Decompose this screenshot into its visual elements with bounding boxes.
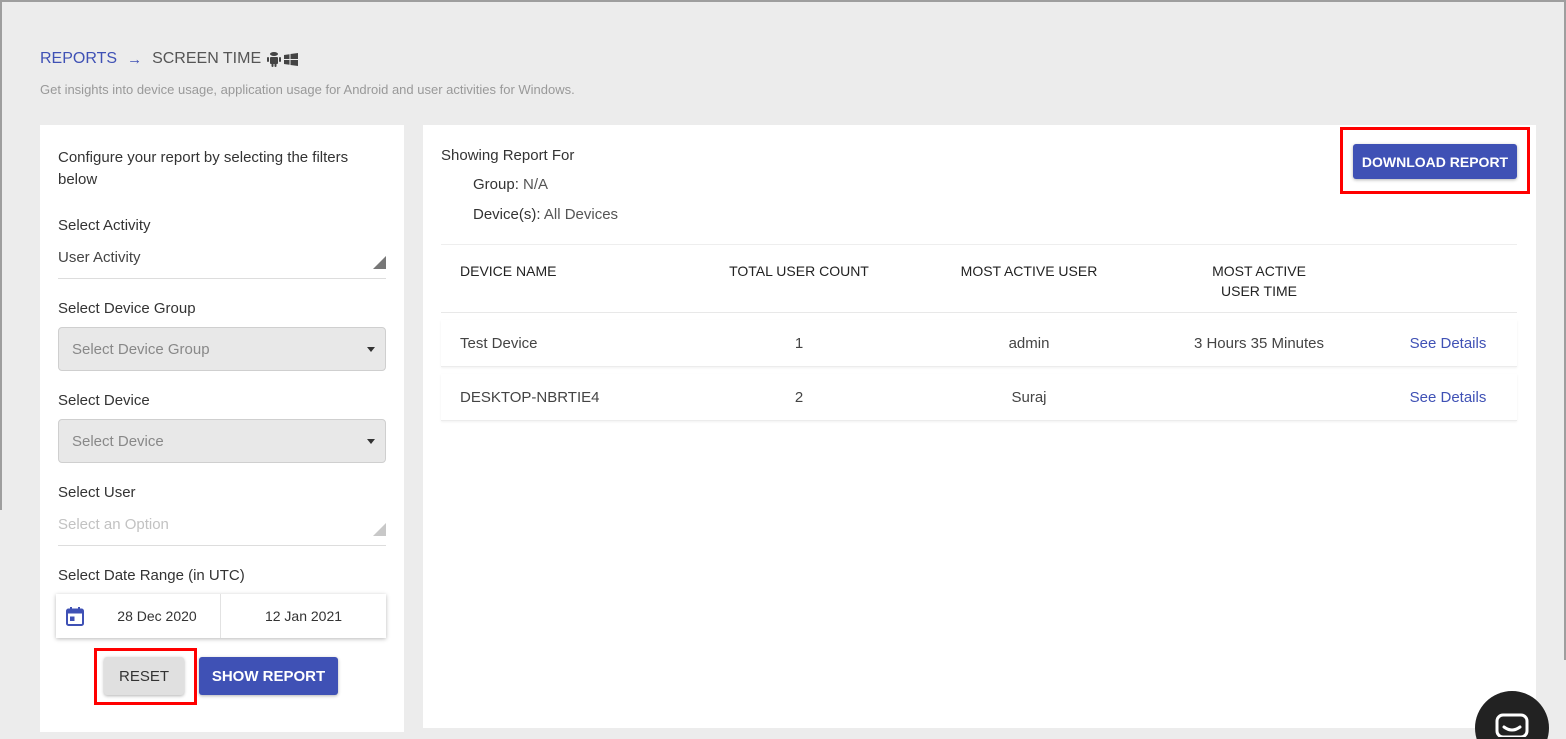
reset-highlight-box	[94, 648, 197, 705]
user-label: Select User	[58, 484, 136, 501]
device-select[interactable]: Select Device	[58, 419, 386, 463]
filter-panel: Configure your report by selecting the f…	[40, 125, 404, 732]
column-header-device-name: DEVICE NAME	[460, 263, 557, 279]
breadcrumb: REPORTS → SCREEN TIME	[40, 50, 299, 68]
select-corner-icon	[373, 256, 386, 269]
cell-most-active-time: 3 Hours 35 Minutes	[1193, 334, 1325, 352]
calendar-icon[interactable]	[56, 606, 94, 626]
report-title: Showing Report For	[441, 147, 575, 164]
breadcrumb-reports-link[interactable]: REPORTS	[40, 50, 117, 68]
select-corner-icon	[373, 523, 386, 536]
breadcrumb-current: SCREEN TIME	[152, 50, 299, 68]
breadcrumb-arrow-icon: →	[127, 50, 143, 68]
download-highlight-box	[1340, 127, 1530, 194]
chat-icon	[1495, 713, 1529, 737]
table-row: DESKTOP-NBRTIE4 2 Suraj See Details	[441, 374, 1517, 421]
device-placeholder: Select Device	[72, 433, 164, 450]
activity-select-value: User Activity	[58, 249, 141, 266]
report-group: Group: N/A	[473, 176, 548, 193]
report-devices: Device(s): All Devices	[473, 206, 618, 223]
column-header-total-user-count: TOTAL USER COUNT	[729, 263, 869, 279]
cell-device-name: DESKTOP-NBRTIE4	[460, 388, 600, 406]
date-range-picker[interactable]: 28 Dec 2020 12 Jan 2021	[56, 594, 386, 638]
cell-most-active-user: Suraj	[1011, 388, 1047, 406]
window-border-top	[0, 0, 1566, 2]
see-details-link[interactable]: See Details	[1379, 335, 1517, 352]
android-icon	[267, 52, 282, 67]
windows-icon	[284, 52, 299, 66]
breadcrumb-current-label: SCREEN TIME	[152, 50, 262, 67]
show-report-button[interactable]: SHOW REPORT	[199, 657, 338, 695]
report-panel: Showing Report For Group: N/A Device(s):…	[423, 125, 1536, 728]
table-row: Test Device 1 admin 3 Hours 35 Minutes S…	[441, 320, 1517, 367]
report-devices-key: Device(s):	[473, 206, 541, 223]
see-details-link[interactable]: See Details	[1379, 389, 1517, 406]
table-header: DEVICE NAME TOTAL USER COUNT MOST ACTIVE…	[441, 244, 1517, 313]
column-header-most-active-user-time: MOST ACTIVE USER TIME	[1212, 263, 1306, 299]
cell-most-active-user: admin	[1008, 334, 1050, 352]
user-select-placeholder: Select an Option	[58, 516, 169, 533]
user-select[interactable]: Select an Option	[58, 514, 386, 546]
cell-device-name: Test Device	[460, 334, 538, 352]
report-table: DEVICE NAME TOTAL USER COUNT MOST ACTIVE…	[441, 244, 1517, 421]
date-range-label: Select Date Range (in UTC)	[58, 567, 245, 584]
filter-intro: Configure your report by selecting the f…	[58, 149, 349, 188]
chevron-down-icon	[367, 439, 375, 444]
device-group-placeholder: Select Device Group	[72, 341, 210, 358]
report-devices-value: All Devices	[543, 206, 619, 223]
column-header-actions	[1379, 245, 1517, 312]
column-header-most-active-user: MOST ACTIVE USER	[960, 263, 1098, 279]
date-from[interactable]: 28 Dec 2020	[94, 594, 221, 638]
page-subtitle: Get insights into device usage, applicat…	[40, 82, 575, 97]
date-to[interactable]: 12 Jan 2021	[221, 608, 386, 624]
device-group-label: Select Device Group	[58, 300, 196, 317]
activity-label: Select Activity	[58, 217, 151, 234]
device-label: Select Device	[58, 392, 150, 409]
os-icons	[267, 51, 299, 67]
report-group-value: N/A	[523, 176, 549, 193]
device-group-select[interactable]: Select Device Group	[58, 327, 386, 371]
window-border-left	[0, 0, 2, 510]
cell-user-count: 1	[794, 334, 804, 352]
cell-user-count: 2	[794, 388, 804, 406]
report-group-key: Group:	[473, 176, 519, 193]
activity-select[interactable]: User Activity	[58, 247, 386, 279]
chevron-down-icon	[367, 347, 375, 352]
